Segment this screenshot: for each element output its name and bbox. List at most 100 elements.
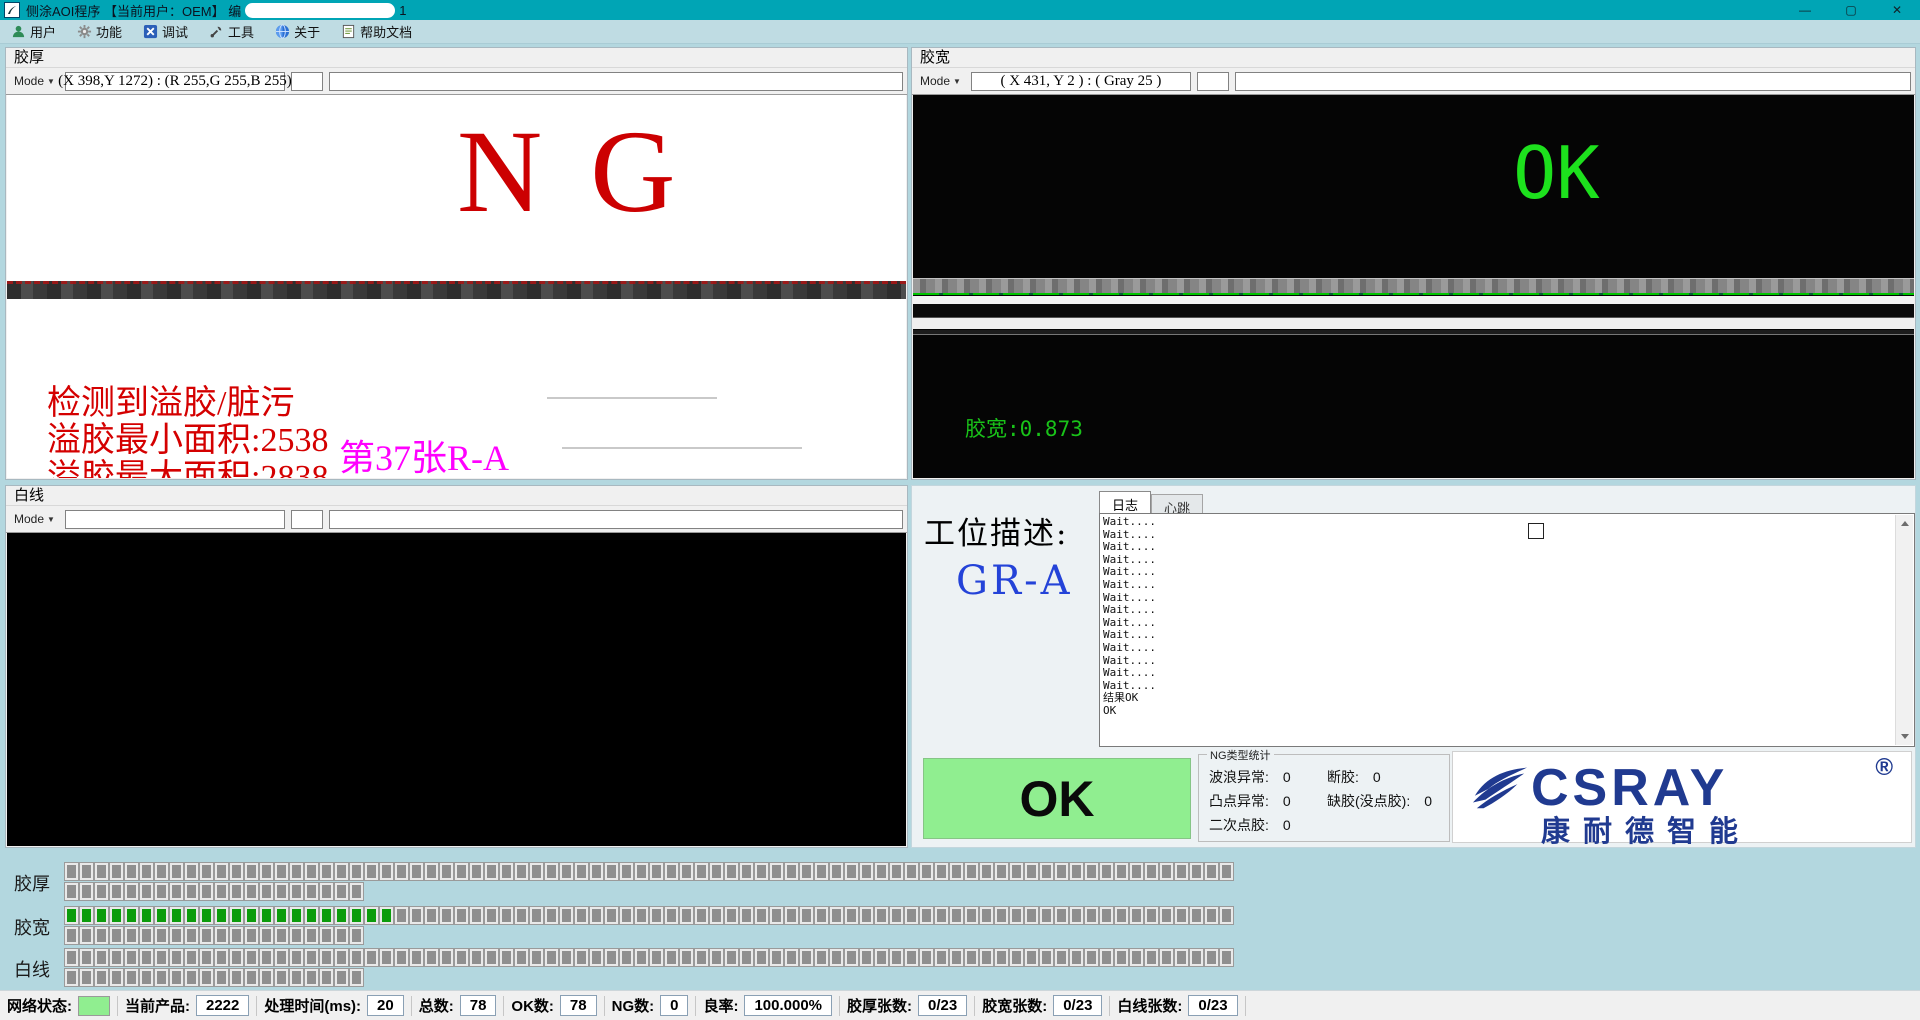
about-icon — [274, 24, 290, 40]
glue-width-image[interactable]: OK 胶宽:0.873 — [913, 95, 1914, 478]
indicator-cell — [79, 948, 94, 967]
indicator-cell — [319, 926, 334, 945]
indicator-cell — [349, 926, 364, 945]
menu-item-about[interactable]: 关于 — [264, 20, 330, 43]
indicator-cell — [619, 862, 634, 881]
indicator-cell — [679, 906, 694, 925]
ng-stat-item: 波浪异常:0 — [1209, 765, 1291, 789]
indicator-cell — [904, 948, 919, 967]
indicator-cell — [394, 948, 409, 967]
readout-box-small — [291, 510, 323, 529]
indicator-cell — [139, 948, 154, 967]
indicator-cell — [319, 882, 334, 901]
indicator-cell — [1069, 906, 1084, 925]
statusbar-value: 78 — [460, 995, 497, 1016]
indicator-cell — [289, 862, 304, 881]
indicator-cell — [64, 948, 79, 967]
indicator-cell — [484, 906, 499, 925]
log-line: Wait.... — [1103, 579, 1156, 592]
indicator-cell — [169, 926, 184, 945]
indicator-cell — [154, 926, 169, 945]
indicator-cell — [139, 968, 154, 987]
indicator-group-label: 胶宽 — [14, 914, 50, 940]
indicator-cell — [574, 948, 589, 967]
indicator-cell — [214, 906, 229, 925]
network-status-segment: 网络状态: — [0, 996, 118, 1016]
smudge-line — [547, 397, 717, 399]
mode-dropdown[interactable]: Mode ▼ — [10, 73, 59, 89]
menu-item-gear[interactable]: 功能 — [66, 20, 132, 43]
indicator-cell — [604, 862, 619, 881]
indicator-cell — [919, 906, 934, 925]
menu-item-user[interactable]: 用户 — [0, 20, 66, 43]
indicator-cell — [124, 862, 139, 881]
menu-item-debug[interactable]: 调试 — [132, 20, 198, 43]
indicator-cell — [289, 906, 304, 925]
indicator-cell — [304, 948, 319, 967]
menu-item-help-doc[interactable]: 帮助文档 — [330, 20, 422, 43]
mode-dropdown[interactable]: Mode ▼ — [10, 511, 59, 527]
minimize-button[interactable]: — — [1782, 0, 1828, 20]
smudge-line — [562, 447, 802, 449]
indicator-cell — [439, 862, 454, 881]
mode-dropdown[interactable]: Mode ▼ — [916, 73, 965, 89]
indicator-cell — [184, 862, 199, 881]
indicator-cell — [694, 948, 709, 967]
white-line-image[interactable] — [7, 533, 906, 846]
log-checkbox[interactable] — [1528, 523, 1544, 539]
indicator-cell — [544, 862, 559, 881]
glue-strip-edge-line — [913, 293, 1914, 295]
indicator-cell — [229, 948, 244, 967]
indicator-cell — [529, 906, 544, 925]
indicator-cell — [409, 862, 424, 881]
indicator-cell — [289, 926, 304, 945]
indicator-cell — [1189, 862, 1204, 881]
indicator-cell — [214, 948, 229, 967]
log-tab-log[interactable]: 日志 — [1099, 491, 1151, 513]
indicator-cell — [499, 906, 514, 925]
indicator-row — [64, 906, 1234, 925]
indicator-cell — [244, 862, 259, 881]
indicator-cell — [394, 906, 409, 925]
frame-indicator-area: 胶厚胶宽白线 — [0, 856, 1920, 988]
readout-box-wide — [329, 72, 903, 91]
indicator-cell — [784, 948, 799, 967]
statusbar-label: NG数: — [612, 995, 655, 1016]
indicator-cell — [1054, 862, 1069, 881]
chevron-down-icon: ▼ — [47, 77, 55, 86]
log-tab-heartbeat[interactable]: 心跳 — [1151, 494, 1203, 513]
indicator-cell — [259, 882, 274, 901]
menu-item-tools[interactable]: 工具 — [198, 20, 264, 43]
indicator-cell — [574, 862, 589, 881]
indicator-cell — [799, 862, 814, 881]
indicator-cell — [679, 862, 694, 881]
indicator-cell — [139, 862, 154, 881]
log-scrollbar[interactable] — [1895, 515, 1913, 745]
app-icon — [4, 2, 20, 18]
debug-icon — [142, 24, 158, 40]
indicator-cell — [1189, 906, 1204, 925]
glue-thickness-image[interactable]: NG 检测到溢胶/脏污 溢胶最小面积:2538 溢胶最大面积:2838 第37张… — [7, 95, 906, 478]
indicator-cell — [244, 968, 259, 987]
maximize-button[interactable]: ▢ — [1828, 0, 1874, 20]
toolbar: Mode ▼ ( X 431, Y 2 ) : ( Gray 25 ) — [912, 68, 1915, 95]
overall-result-indicator[interactable]: OK — [923, 758, 1191, 839]
glue-strip-gray — [913, 278, 1914, 294]
scroll-down-arrow[interactable] — [1896, 728, 1913, 745]
ng-message-block: 检测到溢胶/脏污 溢胶最小面积:2538 溢胶最大面积:2838 — [47, 385, 328, 478]
indicator-cell — [514, 948, 529, 967]
indicator-cell — [1159, 948, 1174, 967]
indicator-cell — [679, 948, 694, 967]
statusbar-segment: 胶厚张数:0/23 — [840, 996, 975, 1016]
indicator-cell — [1159, 906, 1174, 925]
indicator-cell — [1054, 948, 1069, 967]
log-panel: 日志心跳 Wait....Wait....Wait....Wait....Wai… — [1099, 491, 1915, 747]
scroll-up-arrow[interactable] — [1896, 515, 1913, 532]
close-button[interactable]: ✕ — [1874, 0, 1920, 20]
indicator-cell — [964, 948, 979, 967]
log-output[interactable]: Wait....Wait....Wait....Wait....Wait....… — [1099, 513, 1915, 747]
indicator-cell — [874, 948, 889, 967]
indicator-cell — [319, 862, 334, 881]
indicator-cell — [709, 948, 724, 967]
indicator-cell — [364, 948, 379, 967]
